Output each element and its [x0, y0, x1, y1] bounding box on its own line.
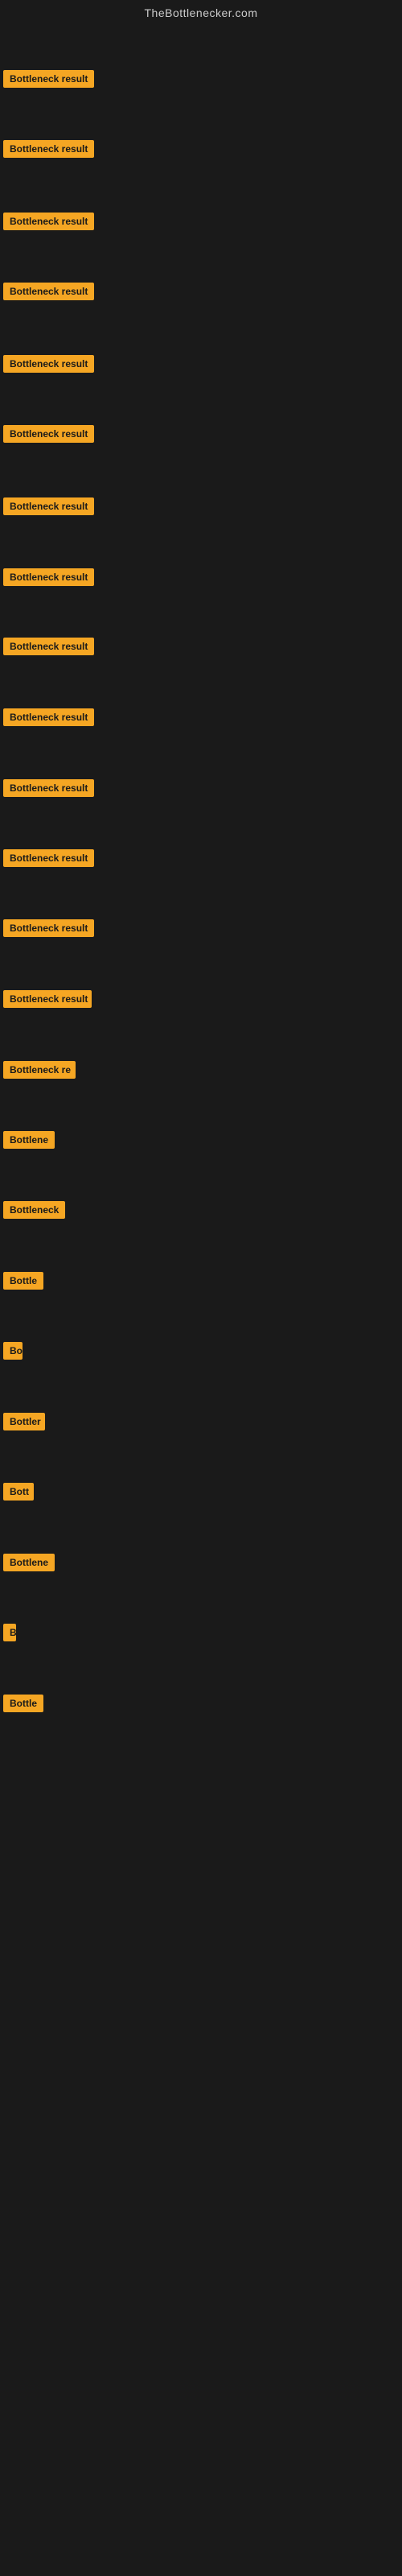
list-item[interactable]: Bottleneck result: [3, 70, 94, 92]
bottleneck-badge[interactable]: Bottleneck result: [3, 779, 94, 797]
bottleneck-badge[interactable]: Bottle: [3, 1272, 43, 1290]
list-item[interactable]: Bottleneck result: [3, 425, 94, 447]
bottleneck-badge[interactable]: Bottleneck result: [3, 355, 94, 373]
list-item[interactable]: Bottleneck result: [3, 355, 94, 377]
list-item[interactable]: Bottler: [3, 1413, 45, 1435]
bottleneck-badge[interactable]: Bottleneck result: [3, 283, 94, 300]
bottleneck-badge[interactable]: Bottleneck result: [3, 70, 94, 88]
list-item[interactable]: Bottleneck result: [3, 708, 94, 730]
bottleneck-badge[interactable]: Bottleneck: [3, 1201, 65, 1219]
bottleneck-badge[interactable]: Bottleneck result: [3, 497, 94, 515]
site-title: TheBottlenecker.com: [144, 2, 257, 24]
bottleneck-badge[interactable]: Bottleneck result: [3, 919, 94, 937]
list-item[interactable]: Bottleneck result: [3, 919, 94, 941]
list-item[interactable]: Bottleneck result: [3, 497, 94, 519]
site-title-container: TheBottlenecker.com: [0, 0, 402, 24]
list-item[interactable]: Bottleneck result: [3, 638, 94, 659]
list-item[interactable]: Bottleneck result: [3, 849, 94, 871]
list-item[interactable]: Bottleneck result: [3, 283, 94, 304]
bottleneck-badge[interactable]: Bottleneck result: [3, 990, 92, 1008]
bottleneck-badge[interactable]: Bottlene: [3, 1554, 55, 1571]
bottleneck-badge[interactable]: Bottleneck result: [3, 849, 94, 867]
bottleneck-badge[interactable]: Bo: [3, 1342, 23, 1360]
list-item[interactable]: B: [3, 1624, 16, 1645]
bottleneck-badge[interactable]: Bottleneck result: [3, 568, 94, 586]
list-item[interactable]: Bottle: [3, 1695, 43, 1716]
bottleneck-badge[interactable]: Bottlene: [3, 1131, 55, 1149]
list-item[interactable]: Bottlene: [3, 1131, 55, 1153]
bottleneck-badge[interactable]: Bottleneck result: [3, 638, 94, 655]
list-item[interactable]: Bottleneck re: [3, 1061, 76, 1083]
list-item[interactable]: Bo: [3, 1342, 23, 1364]
bottleneck-badge[interactable]: Bottleneck result: [3, 213, 94, 230]
list-item[interactable]: Bottleneck: [3, 1201, 65, 1223]
bottleneck-badge[interactable]: Bottleneck result: [3, 425, 94, 443]
bottleneck-badge[interactable]: Bott: [3, 1483, 34, 1501]
list-item[interactable]: Bottleneck result: [3, 779, 94, 801]
list-item[interactable]: Bottleneck result: [3, 140, 94, 162]
bottleneck-badge[interactable]: Bottleneck result: [3, 708, 94, 726]
bottleneck-badge[interactable]: Bottleneck re: [3, 1061, 76, 1079]
items-container: Bottleneck result Bottleneck result Bottle…: [0, 24, 402, 1791]
bottleneck-badge[interactable]: Bottleneck result: [3, 140, 94, 158]
list-item[interactable]: Bottlene: [3, 1554, 55, 1575]
bottleneck-badge[interactable]: Bottler: [3, 1413, 45, 1430]
bottleneck-badge[interactable]: B: [3, 1624, 16, 1641]
list-item[interactable]: Bottleneck result: [3, 990, 92, 1012]
list-item[interactable]: Bottleneck result: [3, 568, 94, 590]
list-item[interactable]: Bottleneck result: [3, 213, 94, 234]
list-item[interactable]: Bott: [3, 1483, 34, 1505]
bottleneck-badge[interactable]: Bottle: [3, 1695, 43, 1712]
list-item[interactable]: Bottle: [3, 1272, 43, 1294]
